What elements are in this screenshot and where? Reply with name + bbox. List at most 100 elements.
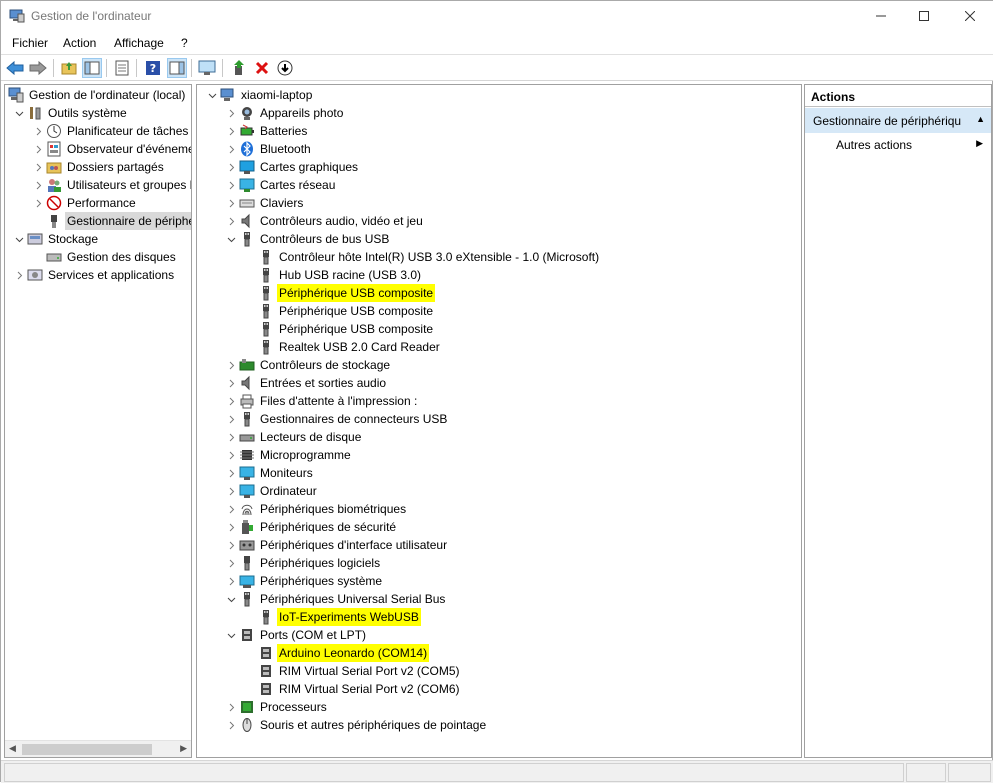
device-tree-item[interactable]: Périphérique USB composite [197,302,801,320]
device-tree-item[interactable]: Périphérique USB composite [197,284,801,302]
console-tree-item[interactable]: Observateur d'événeme [5,140,191,158]
device-tree-item[interactable]: Batteries [197,122,801,140]
device-tree-item[interactable]: RIM Virtual Serial Port v2 (COM5) [197,662,801,680]
console-tree-item[interactable]: Stockage [5,230,191,248]
console-tree-item[interactable]: Gestion de l'ordinateur (local) [5,86,191,104]
collapsed-chevron-icon[interactable] [32,176,44,194]
collapsed-chevron-icon[interactable] [225,140,237,158]
collapsed-chevron-icon[interactable] [225,518,237,536]
help-button[interactable]: ? [143,58,163,78]
expanded-chevron-icon[interactable] [225,230,237,248]
menu-view[interactable]: Affichage [114,36,164,50]
collapsed-chevron-icon[interactable] [225,428,237,446]
device-tree-item[interactable]: Souris et autres périphériques de pointa… [197,716,801,734]
device-tree-item[interactable]: Lecteurs de disque [197,428,801,446]
expanded-chevron-icon[interactable] [206,86,218,104]
device-tree-item[interactable]: Gestionnaires de connecteurs USB [197,410,801,428]
device-tree-item[interactable]: Périphériques d'interface utilisateur [197,536,801,554]
uninstall-device-button[interactable] [252,58,272,78]
expanded-chevron-icon[interactable] [225,626,237,644]
collapse-up-icon[interactable]: ▲ [976,114,985,124]
collapsed-chevron-icon[interactable] [32,140,44,158]
device-tree-item[interactable]: Périphériques de sécurité [197,518,801,536]
minimize-button[interactable] [858,1,904,31]
device-tree-item[interactable]: Cartes réseau [197,176,801,194]
device-tree-item[interactable]: Ports (COM et LPT) [197,626,801,644]
collapsed-chevron-icon[interactable] [32,158,44,176]
device-tree-item[interactable]: Périphériques système [197,572,801,590]
console-tree-item[interactable]: Utilisateurs et groupes l [5,176,191,194]
collapsed-chevron-icon[interactable] [32,122,44,140]
collapsed-chevron-icon[interactable] [225,158,237,176]
collapsed-chevron-icon[interactable] [225,356,237,374]
console-tree-item[interactable]: Dossiers partagés [5,158,191,176]
console-tree-item[interactable]: Performance [5,194,191,212]
console-tree-pane[interactable]: Gestion de l'ordinateur (local) Outils sy… [4,84,192,758]
console-tree-item[interactable]: Outils système [5,104,191,122]
console-tree-item[interactable]: Services et applications [5,266,191,284]
collapsed-chevron-icon[interactable] [225,716,237,734]
disable-device-button[interactable] [275,58,295,78]
collapsed-chevron-icon[interactable] [225,212,237,230]
device-tree-item[interactable]: xiaomi-laptop [197,86,801,104]
device-tree-item[interactable]: Realtek USB 2.0 Card Reader [197,338,801,356]
collapsed-chevron-icon[interactable] [225,410,237,428]
device-tree-item[interactable]: Arduino Leonardo (COM14) [197,644,801,662]
device-tree-item[interactable]: Appareils photo [197,104,801,122]
scroll-right-icon[interactable]: ▶ [180,743,187,754]
device-tree-item[interactable]: Contrôleurs audio, vidéo et jeu [197,212,801,230]
device-tree-item[interactable]: Périphériques logiciels [197,554,801,572]
console-tree-item[interactable]: Gestion des disques [5,248,191,266]
expanded-chevron-icon[interactable] [13,230,25,248]
device-tree-item[interactable]: Périphériques Universal Serial Bus [197,590,801,608]
collapsed-chevron-icon[interactable] [225,104,237,122]
submenu-arrow-icon[interactable]: ▶ [976,138,983,149]
collapsed-chevron-icon[interactable] [225,374,237,392]
collapsed-chevron-icon[interactable] [225,176,237,194]
more-actions-item[interactable]: Autres actions [836,138,912,152]
device-tree-item[interactable]: Entrées et sorties audio [197,374,801,392]
device-tree-item[interactable]: Moniteurs [197,464,801,482]
device-tree-item[interactable]: Cartes graphiques [197,158,801,176]
device-tree-item[interactable]: Bluetooth [197,140,801,158]
expanded-chevron-icon[interactable] [13,104,25,122]
expanded-chevron-icon[interactable] [225,590,237,608]
update-driver-button[interactable] [229,58,249,78]
actions-section-device-manager[interactable]: Gestionnaire de périphériqu ▲ [805,108,991,133]
device-tree-item[interactable]: Contrôleurs de stockage [197,356,801,374]
device-tree-item[interactable]: Périphériques biométriques [197,500,801,518]
device-tree-item[interactable]: Contrôleurs de bus USB [197,230,801,248]
show-hide-tree-button[interactable] [82,58,102,78]
device-tree-pane[interactable]: xiaomi-laptop Appareils photo Batteries Blu… [196,84,802,758]
device-tree-item[interactable]: Contrôleur hôte Intel(R) USB 3.0 eXtensi… [197,248,801,266]
device-tree-item[interactable]: Files d'attente à l'impression : [197,392,801,410]
collapsed-chevron-icon[interactable] [225,554,237,572]
device-tree-item[interactable]: RIM Virtual Serial Port v2 (COM6) [197,680,801,698]
device-tree-item[interactable]: Ordinateur [197,482,801,500]
collapsed-chevron-icon[interactable] [225,500,237,518]
forward-button[interactable] [28,58,48,78]
scan-hardware-button[interactable] [197,58,217,78]
collapsed-chevron-icon[interactable] [13,266,25,284]
collapsed-chevron-icon[interactable] [32,194,44,212]
device-tree-item[interactable]: Hub USB racine (USB 3.0) [197,266,801,284]
collapsed-chevron-icon[interactable] [225,572,237,590]
menu-action[interactable]: Action [63,36,96,50]
collapsed-chevron-icon[interactable] [225,482,237,500]
scrollbar-thumb[interactable] [22,744,152,755]
close-button[interactable] [947,1,993,31]
show-hide-action-pane-button[interactable] [167,58,187,78]
properties-button[interactable] [112,58,132,78]
device-tree-item[interactable]: Microprogramme [197,446,801,464]
device-tree-item[interactable]: IoT-Experiments WebUSB [197,608,801,626]
maximize-button[interactable] [901,1,947,31]
horizontal-scrollbar[interactable]: ◀ ▶ [5,740,191,757]
collapsed-chevron-icon[interactable] [225,122,237,140]
collapsed-chevron-icon[interactable] [225,536,237,554]
device-tree-item[interactable]: Claviers [197,194,801,212]
console-tree-item[interactable]: Gestionnaire de périphé [5,212,191,230]
console-tree-item[interactable]: Planificateur de tâches [5,122,191,140]
collapsed-chevron-icon[interactable] [225,698,237,716]
scroll-left-icon[interactable]: ◀ [9,743,16,754]
device-tree-item[interactable]: Périphérique USB composite [197,320,801,338]
